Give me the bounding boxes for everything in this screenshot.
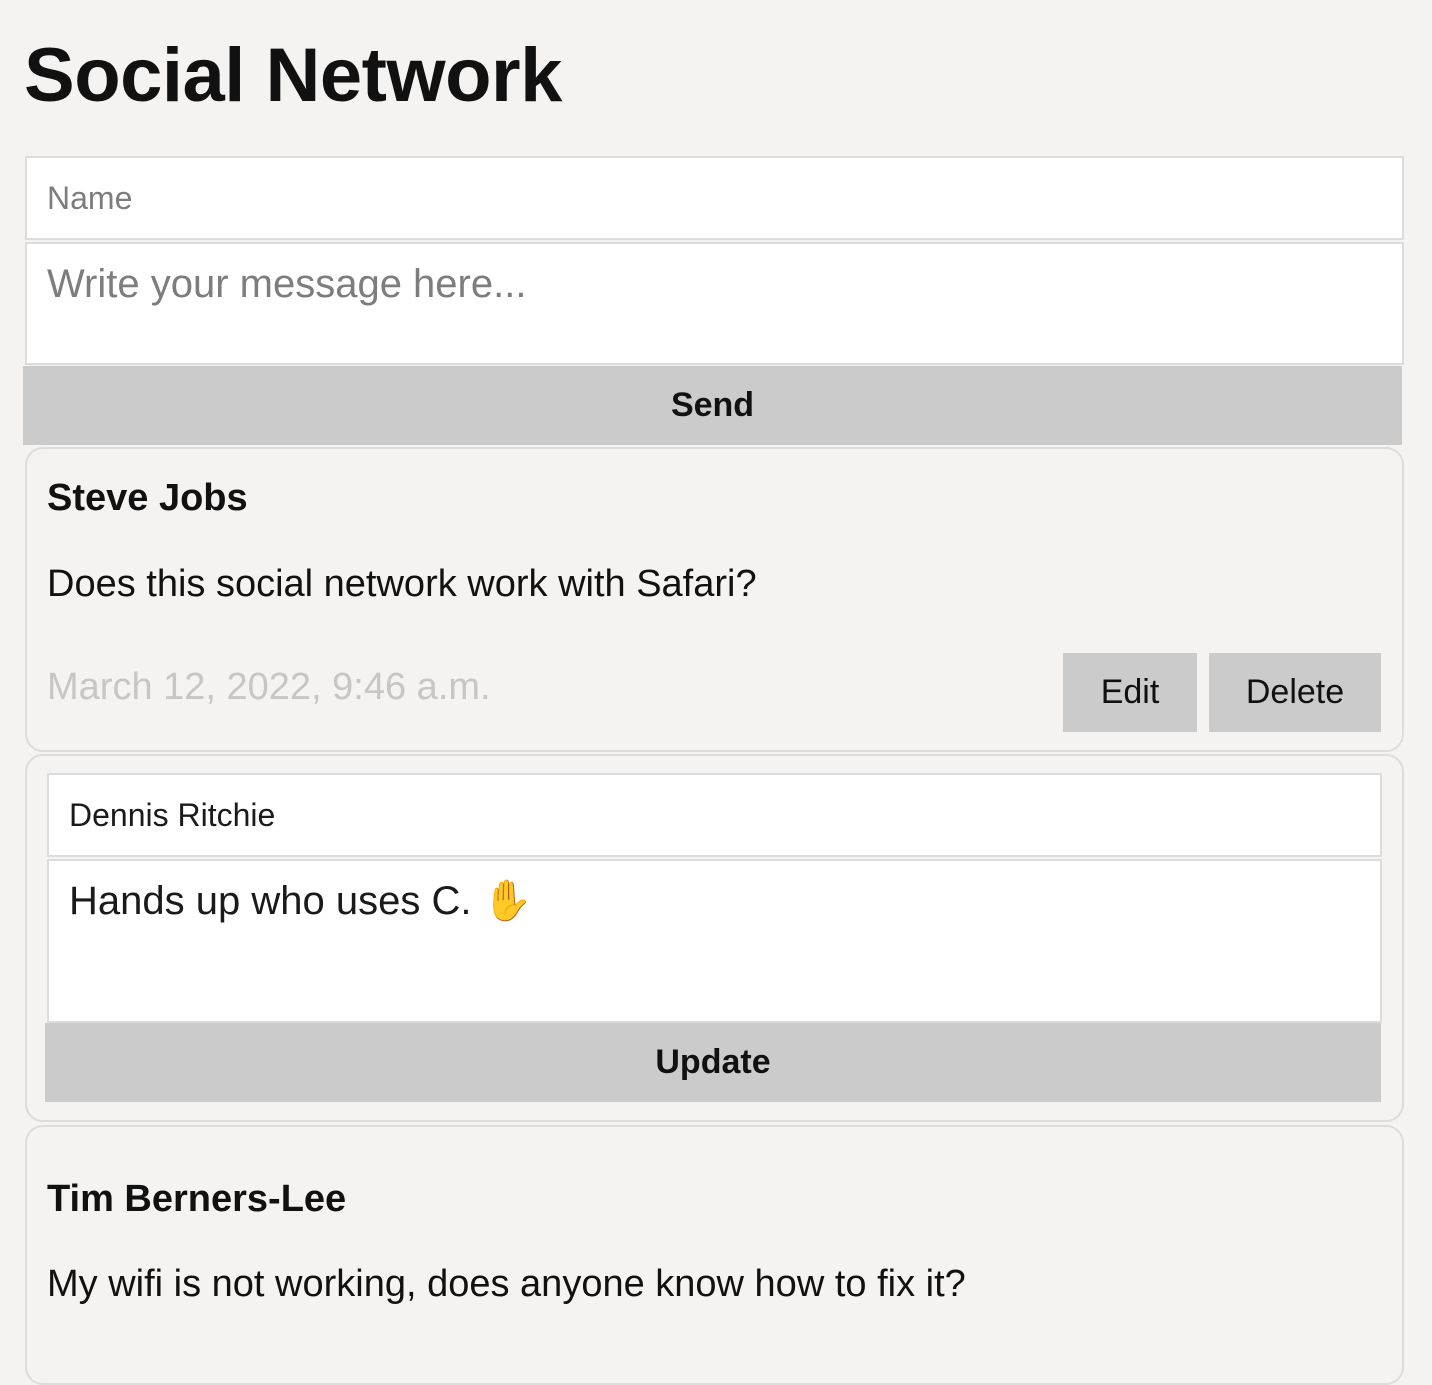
- edit-button[interactable]: Edit: [1063, 653, 1197, 732]
- post-card: Steve Jobs Does this social network work…: [25, 447, 1404, 752]
- post-author: Tim Berners-Lee: [47, 1178, 347, 1220]
- post-card: Tim Berners-Lee My wifi is not working, …: [25, 1125, 1404, 1385]
- post-edit-form: Hands up who uses C. ✋ Update: [25, 754, 1404, 1122]
- post-author: Steve Jobs: [47, 477, 248, 519]
- delete-button[interactable]: Delete: [1209, 653, 1381, 732]
- edit-name-input[interactable]: [47, 773, 1382, 857]
- message-input[interactable]: [25, 242, 1404, 365]
- edit-message-input[interactable]: Hands up who uses C. ✋: [47, 859, 1382, 1023]
- post-timestamp: March 12, 2022, 9:46 a.m.: [47, 666, 491, 708]
- name-input[interactable]: [25, 156, 1404, 240]
- update-button[interactable]: Update: [45, 1023, 1381, 1102]
- post-message: Does this social network work with Safar…: [47, 563, 757, 605]
- page-title: Social Network: [24, 33, 562, 118]
- post-message: My wifi is not working, does anyone know…: [47, 1263, 966, 1305]
- send-button[interactable]: Send: [23, 366, 1402, 445]
